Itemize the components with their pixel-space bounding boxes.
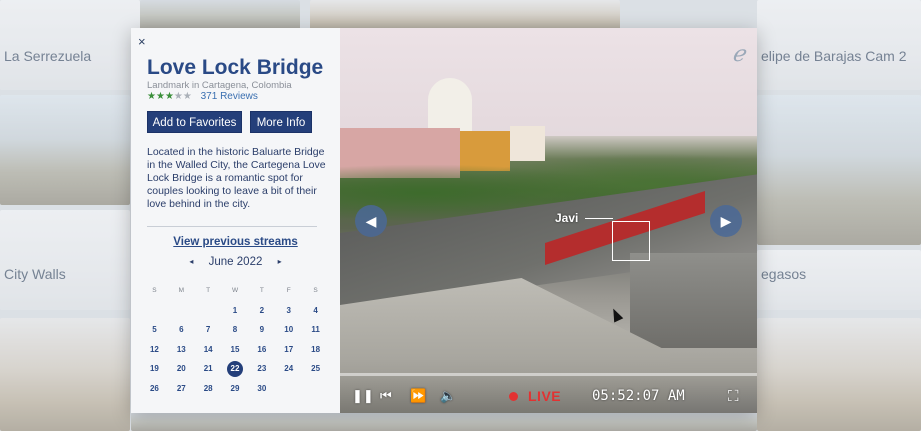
calendar-day-selected[interactable]: 22 [222, 360, 249, 377]
calendar-day[interactable]: 23 [248, 364, 275, 373]
selected-day-label: 22 [227, 360, 243, 377]
volume-icon[interactable]: 🔈 [440, 388, 456, 404]
brand-logo-icon: ℯ [731, 42, 745, 67]
calendar-day[interactable]: 2 [248, 306, 275, 315]
info-panel: × Love Lock Bridge Landmark in Cartagena… [131, 28, 340, 413]
weekday-label: F [286, 287, 291, 295]
fullscreen-icon[interactable]: ⛶ [728, 388, 739, 405]
weekday-label: T [259, 287, 264, 295]
close-icon[interactable]: × [138, 34, 146, 49]
calendar-day[interactable]: 5 [141, 325, 168, 334]
calendar-day[interactable]: 7 [195, 325, 222, 334]
chevron-left-icon[interactable]: ◂ [183, 257, 199, 266]
calendar-day[interactable]: 4 [302, 306, 329, 315]
calendar-day[interactable]: 10 [275, 325, 302, 334]
next-camera-button[interactable]: ▶ [710, 205, 742, 237]
calendar-day[interactable]: 21 [195, 364, 222, 373]
view-previous-streams-link[interactable]: View previous streams [131, 236, 340, 248]
add-to-favorites-button[interactable]: Add to Favorites [147, 111, 242, 133]
live-indicator: LIVE [528, 388, 562, 404]
video-scene-wall [630, 253, 757, 348]
calendar-day[interactable]: 18 [302, 345, 329, 354]
rating-row: ★★★★★ 371 Reviews [147, 91, 258, 102]
page-title: Love Lock Bridge [147, 56, 324, 79]
divider [147, 226, 317, 227]
calendar-day[interactable]: 9 [248, 325, 275, 334]
stream-modal: × Love Lock Bridge Landmark in Cartagena… [131, 28, 757, 413]
star-filled-icon: ★ [164, 91, 174, 102]
chevron-right-icon[interactable]: ▸ [272, 257, 288, 266]
star-empty-icon: ★ [182, 91, 192, 102]
live-dot-icon [509, 392, 518, 401]
calendar-month: June 2022 [208, 256, 263, 268]
calendar-day[interactable]: 15 [222, 345, 249, 354]
star-filled-icon: ★ [147, 91, 156, 102]
weekday-label: T [206, 287, 211, 295]
previous-camera-button[interactable]: ◀ [355, 205, 387, 237]
video-scene-sky [340, 28, 757, 136]
calendar-day[interactable]: 3 [275, 306, 302, 315]
calendar-week-row: 19 20 21 22 23 24 25 [141, 359, 329, 379]
calendar-weekday-row: S M T W T F S [141, 281, 329, 301]
calendar-day[interactable]: 11 [302, 325, 329, 334]
calendar-day[interactable]: 25 [302, 364, 329, 373]
calendar-day[interactable]: 17 [275, 345, 302, 354]
star-empty-icon: ★ [173, 91, 183, 102]
calendar-day[interactable]: 19 [141, 364, 168, 373]
description-text: Located in the historic Baluarte Bridge … [147, 146, 326, 210]
progress-track[interactable] [340, 373, 757, 376]
calendar-week-row: 1 2 3 4 [141, 301, 329, 321]
calendar: S M T W T F S 1 2 3 4 5 6 7 8 9 10 11 12… [141, 281, 329, 398]
fast-forward-icon[interactable]: ⏩ [410, 388, 426, 404]
weekday-label: W [231, 287, 239, 295]
person-tag-label: Javi [555, 211, 579, 225]
calendar-day[interactable]: 1 [222, 306, 249, 315]
calendar-day[interactable]: 14 [195, 345, 222, 354]
location-subtitle: Landmark in Cartagena, Colombia [147, 80, 292, 91]
calendar-day[interactable]: 29 [222, 384, 249, 393]
stream-time: 05:52:07 AM [592, 388, 685, 404]
calendar-week-row: 26 27 28 29 30 [141, 379, 329, 399]
pause-icon[interactable]: ❚❚ [352, 388, 374, 404]
star-filled-icon: ★ [155, 91, 165, 102]
calendar-nav: ◂ June 2022 ▸ [131, 256, 340, 268]
calendar-day[interactable]: 28 [195, 384, 222, 393]
skip-back-icon[interactable]: ⏮ [380, 388, 392, 404]
live-video-player[interactable]: ℯ ◀ ▶ Javi ❚❚ ⏮ ⏩ 🔈 LIVE 05:52:07 AM ⛶ [340, 28, 757, 413]
person-tag-box[interactable] [612, 221, 650, 261]
calendar-day[interactable]: 24 [275, 364, 302, 373]
calendar-day[interactable]: 13 [168, 345, 195, 354]
mouse-cursor-icon [608, 306, 624, 323]
person-tag-connector [585, 218, 613, 219]
calendar-day[interactable]: 6 [168, 325, 195, 334]
calendar-week-row: 12 13 14 15 16 17 18 [141, 340, 329, 360]
calendar-day[interactable]: 26 [141, 384, 168, 393]
weekday-label: S [152, 287, 157, 295]
calendar-day[interactable]: 30 [248, 384, 275, 393]
reviews-link[interactable]: 371 Reviews [201, 91, 258, 102]
weekday-label: M [178, 287, 184, 295]
calendar-day[interactable]: 16 [248, 345, 275, 354]
calendar-day[interactable]: 8 [222, 325, 249, 334]
weekday-label: S [313, 287, 318, 295]
calendar-week-row: 5 6 7 8 9 10 11 [141, 320, 329, 340]
calendar-day[interactable]: 12 [141, 345, 168, 354]
calendar-day[interactable]: 20 [168, 364, 195, 373]
more-info-button[interactable]: More Info [250, 111, 312, 133]
calendar-day[interactable]: 27 [168, 384, 195, 393]
